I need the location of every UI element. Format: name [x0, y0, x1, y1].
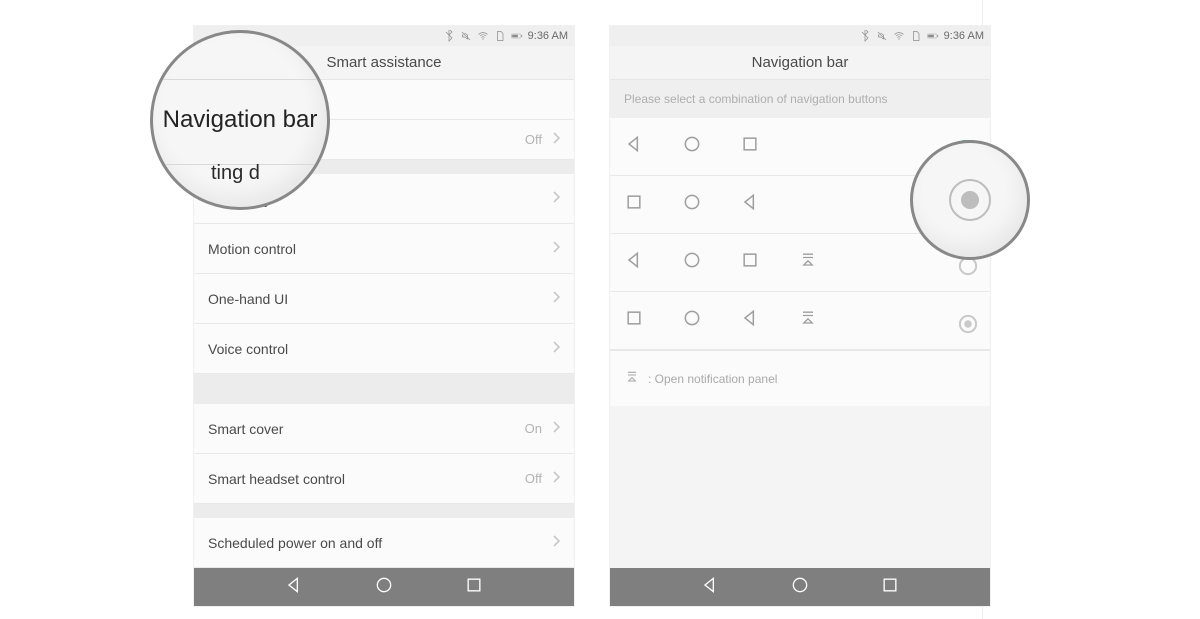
home-icon — [682, 134, 702, 159]
settings-row-scheduled-power[interactable]: Scheduled power on and off — [194, 518, 574, 568]
sim-icon — [910, 30, 922, 42]
chevron-right-icon — [552, 190, 560, 208]
recent-icon — [624, 308, 644, 333]
settings-row-motion-control[interactable]: Motion control — [194, 224, 574, 274]
nav-combo-option-4[interactable] — [610, 292, 990, 350]
back-icon[interactable] — [700, 575, 720, 600]
notification-pull-icon — [798, 250, 818, 275]
mute-icon — [460, 30, 472, 42]
mute-icon — [876, 30, 888, 42]
row-label: One-hand UI — [208, 291, 552, 307]
recent-icon — [740, 250, 760, 275]
row-label: Voice control — [208, 341, 552, 357]
chevron-right-icon — [552, 470, 560, 488]
chevron-right-icon — [552, 290, 560, 308]
back-icon — [624, 250, 644, 275]
recent-icon[interactable] — [464, 575, 484, 600]
recent-icon[interactable] — [880, 575, 900, 600]
recent-icon — [740, 134, 760, 159]
sim-icon — [494, 30, 506, 42]
chevron-right-icon — [552, 534, 560, 552]
back-icon — [740, 192, 760, 217]
notification-pull-icon — [624, 369, 640, 388]
row-label: Motion control — [208, 241, 552, 257]
recent-icon — [624, 192, 644, 217]
battery-icon — [927, 30, 939, 42]
settings-row-voice-control[interactable]: Voice control — [194, 324, 574, 374]
row-label: Smart headset control — [208, 471, 525, 487]
row-value: Off — [525, 132, 542, 147]
bluetooth-icon — [859, 30, 871, 42]
status-bar: 9:36 AM — [610, 26, 990, 46]
hint-text: : Open notification panel — [648, 372, 777, 386]
chevron-right-icon — [552, 420, 560, 438]
radio-enlarged-icon — [949, 179, 991, 221]
system-nav-bar — [194, 568, 574, 606]
magnified-label: Navigation bar — [163, 106, 318, 134]
settings-row-smart-headset[interactable]: Smart headset control Off — [194, 454, 574, 504]
status-time: 9:36 AM — [944, 30, 984, 42]
settings-row-one-hand-ui[interactable]: One-hand UI — [194, 274, 574, 324]
row-label: Smart cover — [208, 421, 525, 437]
back-icon[interactable] — [284, 575, 304, 600]
magnifier-callout: Navigation bar ting d — [150, 30, 330, 210]
magnifier-callout — [910, 140, 1030, 260]
phone-navigation-bar: 9:36 AM Navigation bar Please select a c… — [610, 26, 990, 606]
wifi-icon — [477, 30, 489, 42]
page-title: Navigation bar — [610, 46, 990, 80]
chevron-right-icon — [552, 340, 560, 358]
battery-icon — [511, 30, 523, 42]
section-subtitle: Please select a combination of navigatio… — [610, 80, 990, 118]
notification-pull-icon — [798, 308, 818, 333]
system-nav-bar — [610, 568, 990, 606]
hint-row: : Open notification panel — [610, 350, 990, 406]
home-icon — [682, 250, 702, 275]
status-time: 9:36 AM — [528, 30, 568, 42]
home-icon — [682, 308, 702, 333]
back-icon — [624, 134, 644, 159]
home-icon[interactable] — [790, 575, 810, 600]
settings-row-smart-cover[interactable]: Smart cover On — [194, 404, 574, 454]
bluetooth-icon — [443, 30, 455, 42]
back-icon — [740, 308, 760, 333]
chevron-right-icon — [552, 240, 560, 258]
home-icon — [682, 192, 702, 217]
magnified-fragment: ting d — [211, 162, 260, 185]
chevron-right-icon — [552, 131, 560, 149]
row-value: Off — [525, 471, 542, 486]
radio-unselected-icon — [958, 314, 972, 328]
home-icon[interactable] — [374, 575, 394, 600]
row-value: On — [525, 421, 542, 436]
row-label: Scheduled power on and off — [208, 535, 552, 551]
wifi-icon — [893, 30, 905, 42]
